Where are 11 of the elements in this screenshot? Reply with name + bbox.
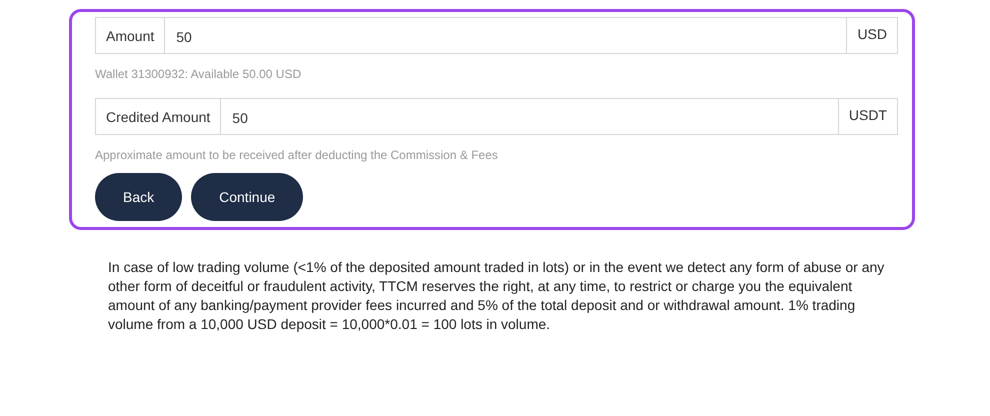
input-field[interactable]: 50 — [165, 17, 846, 54]
field-label: Credited Amount — [95, 98, 222, 135]
notice-paragraph: In case of low trading volume (<1% of the deposited amount traded in lots) or in the event we detect any form of abuse or any other form of deceitful or fraudulent activity, TTCM reserves the right, at any time, to restrict or charge you the equivalent amount of any banking/payment provider fees incurred and 5% of the total deposit and or withdrawal amount. 1% trading volume from a 10,000 USD deposit = 10,000*0.01 = 100 lots in volume. — [108, 258, 886, 334]
input-field[interactable]: 50 — [221, 98, 838, 135]
currency-label: USD — [846, 17, 898, 54]
continue-button[interactable]: Continue — [191, 173, 304, 221]
field-hint: Wallet 31300932: Available 50.00 USD — [95, 67, 302, 81]
field-hint: Approximate amount to be received after deducting the Commission & Fees — [95, 148, 499, 162]
currency-label: USDT — [838, 98, 898, 135]
back-button[interactable]: Back — [95, 173, 182, 221]
field-label: Amount — [95, 17, 166, 54]
